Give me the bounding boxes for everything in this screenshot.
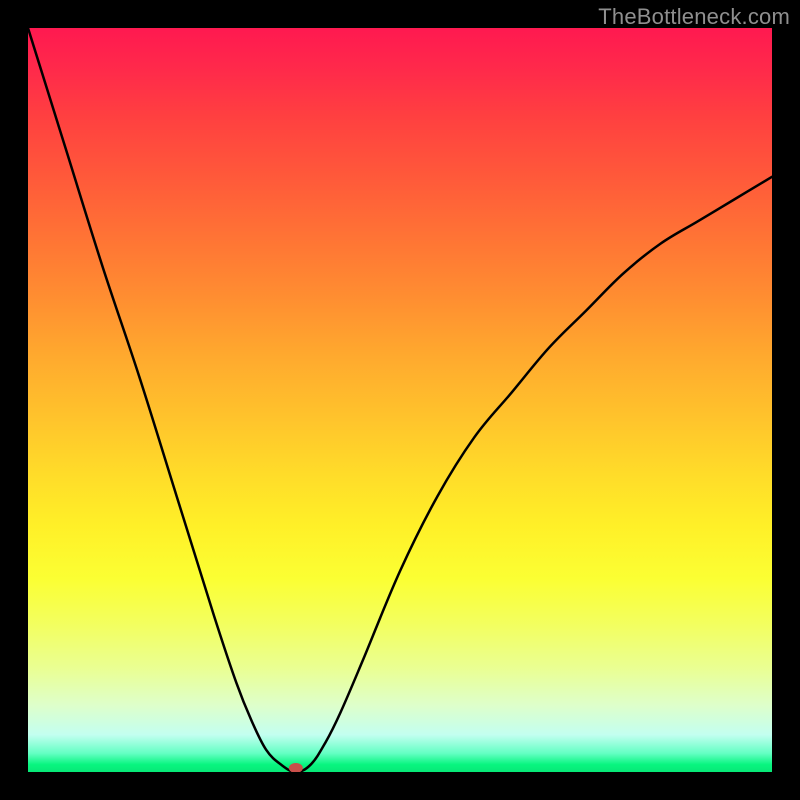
bottleneck-curve-svg <box>28 28 772 772</box>
plot-area <box>28 28 772 772</box>
chart-frame: TheBottleneck.com <box>0 0 800 800</box>
minimum-marker <box>289 763 303 772</box>
bottleneck-curve <box>28 28 772 772</box>
watermark-text: TheBottleneck.com <box>598 4 790 30</box>
